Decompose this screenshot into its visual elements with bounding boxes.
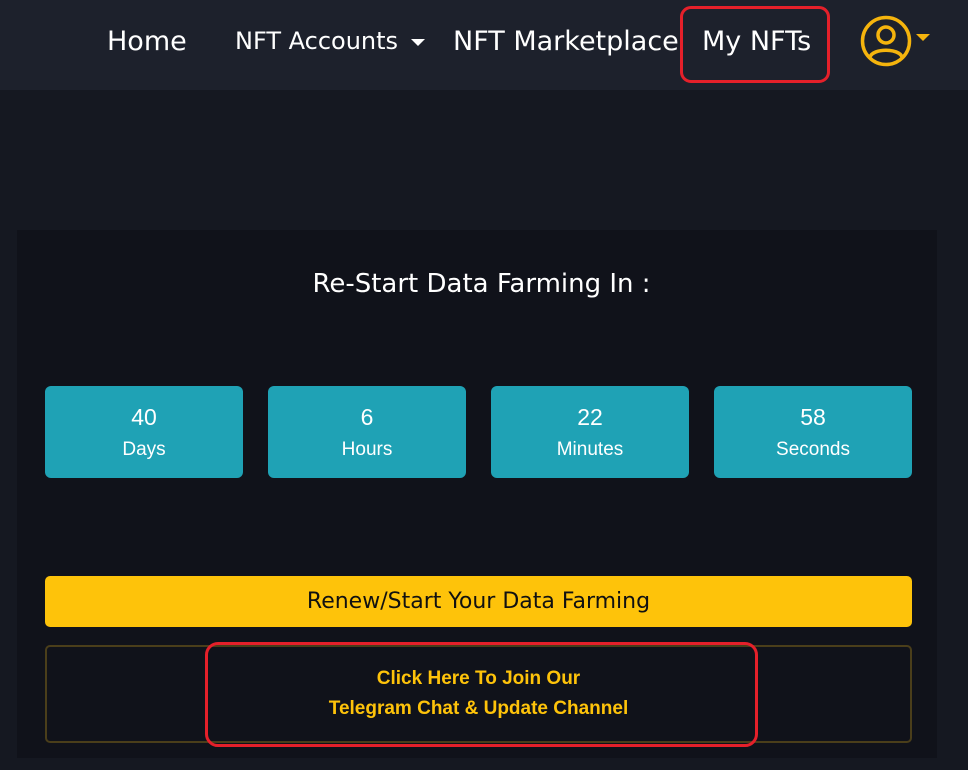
countdown-seconds-value: 58 bbox=[800, 404, 826, 430]
countdown-minutes-value: 22 bbox=[577, 404, 603, 430]
nav-nft-accounts-label: NFT Accounts bbox=[235, 27, 399, 55]
top-navbar: Home NFT Accounts NFT Marketplace My NFT… bbox=[0, 0, 968, 90]
countdown-days-box: 40 Days bbox=[45, 386, 243, 478]
nav-nft-marketplace-link[interactable]: NFT Marketplace bbox=[453, 0, 679, 82]
countdown-days-value: 40 bbox=[131, 404, 157, 430]
telegram-join-button[interactable] bbox=[45, 645, 912, 743]
telegram-line-1: Click Here To Join Our bbox=[376, 668, 581, 689]
countdown-seconds-label: Seconds bbox=[776, 439, 850, 460]
avatar-caret-down-icon[interactable] bbox=[916, 34, 930, 41]
countdown-seconds-box: 58 Seconds bbox=[714, 386, 912, 478]
renew-data-farming-button[interactable]: Renew/Start Your Data Farming bbox=[45, 576, 912, 627]
telegram-line-2: Telegram Chat & Update Channel bbox=[328, 698, 629, 719]
countdown-minutes-label: Minutes bbox=[556, 439, 624, 460]
countdown-days-label: Days bbox=[122, 439, 166, 460]
countdown-title: Re-Start Data Farming In : bbox=[312, 269, 651, 299]
countdown-hours-label: Hours bbox=[341, 439, 393, 460]
nav-home-link[interactable]: Home bbox=[107, 0, 187, 82]
countdown-minutes-box: 22 Minutes bbox=[491, 386, 689, 478]
caret-down-icon bbox=[411, 38, 426, 46]
nav-nft-accounts-dropdown[interactable]: NFT Accounts bbox=[235, 0, 426, 82]
user-circle-icon[interactable] bbox=[860, 15, 912, 67]
countdown-hours-box: 6 Hours bbox=[268, 386, 466, 478]
nav-my-nfts-link[interactable]: My NFTs bbox=[702, 0, 811, 82]
countdown-hours-value: 6 bbox=[360, 404, 374, 430]
